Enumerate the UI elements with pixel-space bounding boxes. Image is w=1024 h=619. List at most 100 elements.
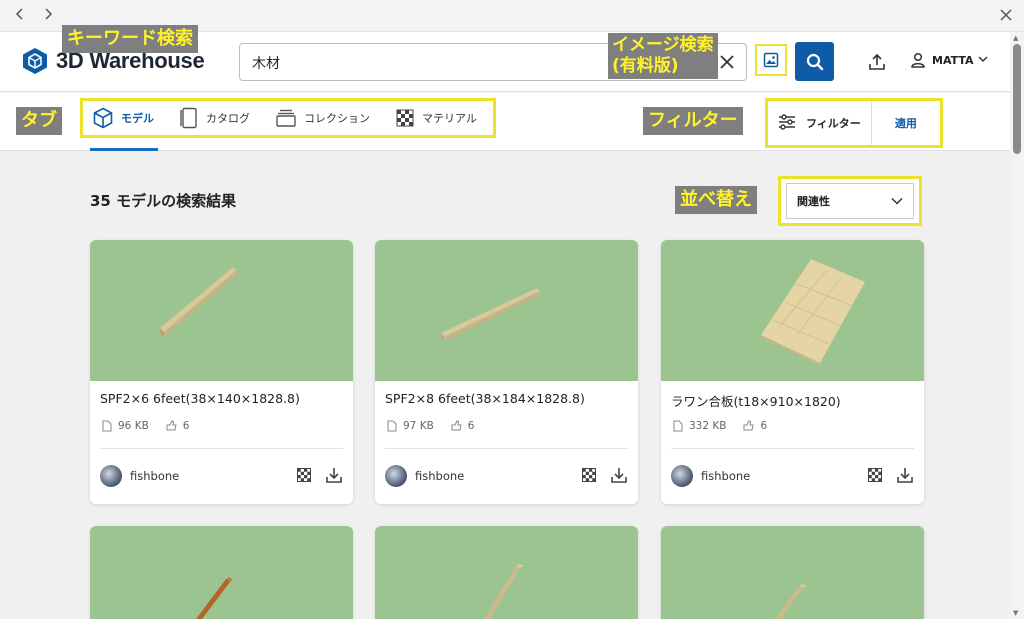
model-thumbnail[interactable] — [661, 240, 924, 381]
model-title[interactable]: SPF2×6 6feet(38×140×1828.8) — [100, 391, 300, 406]
like-icon — [166, 420, 177, 431]
download-icon[interactable] — [610, 466, 628, 484]
author-name: fishbone — [415, 469, 465, 483]
filter-controls: フィルター 適用 — [765, 98, 943, 148]
model-author[interactable]: fishbone — [671, 465, 750, 487]
forward-icon[interactable] — [38, 6, 58, 26]
like-icon — [451, 420, 462, 431]
file-size: 97 KB — [387, 420, 434, 432]
model-meta: 96 KB 6 — [102, 420, 205, 432]
tab-list: モデル カタログ コレクション マテリアル — [80, 98, 496, 138]
user-menu[interactable]: MATTA — [910, 52, 988, 68]
annotation-image-search-line1: イメージ検索 — [612, 35, 714, 55]
logo-icon — [23, 48, 47, 74]
avatar — [671, 465, 693, 487]
collection-icon — [276, 109, 296, 127]
sliders-icon — [778, 113, 796, 133]
file-icon — [102, 420, 112, 432]
tab-collections[interactable]: コレクション — [266, 101, 380, 135]
tab-label: カタログ — [206, 112, 250, 125]
file-icon — [673, 420, 683, 432]
tab-label: マテリアル — [422, 112, 477, 125]
card-actions — [854, 466, 914, 484]
model-thumbnail[interactable] — [90, 526, 353, 619]
file-size-value: 332 KB — [689, 420, 727, 432]
back-icon[interactable] — [10, 6, 30, 26]
user-name: MATTA — [932, 53, 974, 67]
sort-highlight: 関連性 — [778, 176, 922, 226]
like-count: 6 — [165, 420, 190, 432]
model-author[interactable]: fishbone — [100, 465, 179, 487]
tabs-bar: モデル カタログ コレクション マテリアル フィルター 適用 — [0, 93, 1010, 151]
scroll-up-icon[interactable]: ▲ — [1013, 34, 1018, 42]
upload-icon — [869, 53, 885, 70]
download-icon[interactable] — [325, 466, 343, 484]
author-name: fishbone — [130, 469, 180, 483]
like-count: 6 — [742, 420, 767, 432]
file-size: 96 KB — [102, 420, 149, 432]
sort-select[interactable]: 関連性 — [786, 183, 914, 219]
like-count-value: 6 — [760, 420, 768, 432]
avatar — [100, 465, 122, 487]
search-icon — [806, 53, 823, 70]
avatar — [385, 465, 407, 487]
like-count-value: 6 — [182, 420, 190, 432]
annotation-keyword-search: キーワード検索 — [62, 25, 198, 53]
scroll-down-icon[interactable]: ▼ — [1013, 609, 1018, 617]
model-meta: 97 KB 6 — [387, 420, 490, 432]
model-thumbnail[interactable] — [375, 526, 638, 619]
clear-search-icon[interactable] — [716, 51, 738, 73]
material-icon[interactable] — [297, 468, 311, 482]
card-actions — [283, 466, 343, 484]
model-thumbnail[interactable] — [661, 526, 924, 619]
active-tab-indicator — [90, 148, 158, 151]
chevron-down-icon — [891, 195, 903, 208]
scroll-thumb[interactable] — [1013, 44, 1021, 154]
catalog-icon — [180, 107, 198, 129]
annotation-sort: 並べ替え — [675, 186, 757, 214]
model-thumbnail[interactable] — [375, 240, 638, 381]
tab-models[interactable]: モデル — [83, 101, 164, 135]
tab-label: コレクション — [304, 112, 370, 125]
filter-label: フィルター — [806, 117, 861, 130]
image-search-button[interactable] — [755, 44, 787, 76]
window-close-icon[interactable] — [1000, 6, 1012, 26]
author-name: fishbone — [701, 469, 751, 483]
tab-catalogs[interactable]: カタログ — [170, 101, 260, 135]
upload-button[interactable] — [866, 51, 888, 73]
filter-button[interactable]: フィルター — [768, 101, 872, 145]
user-icon — [911, 52, 925, 68]
search-button[interactable] — [795, 42, 834, 81]
annotation-image-search-line2: (有料版) — [612, 56, 679, 76]
model-card[interactable] — [375, 526, 638, 619]
model-card[interactable]: SPF2×6 6feet(38×140×1828.8) 96 KB 6 fish… — [90, 240, 353, 504]
annotation-filter: フィルター — [643, 107, 743, 135]
scrollbar[interactable]: ▲ ▼ — [1010, 32, 1024, 619]
cube-icon — [93, 107, 113, 129]
like-count: 6 — [450, 420, 474, 432]
model-thumbnail[interactable] — [90, 240, 353, 381]
like-icon — [743, 420, 755, 431]
results-count: 35 モデルの検索結果 — [90, 192, 237, 210]
card-actions — [568, 466, 628, 484]
material-icon[interactable] — [582, 468, 596, 482]
model-meta: 332 KB 6 — [673, 420, 783, 432]
model-card[interactable]: ラワン合板(t18×910×1820) 332 KB 6 fishbone — [661, 240, 924, 504]
file-size-value: 96 KB — [118, 420, 149, 432]
material-icon[interactable] — [868, 468, 882, 482]
model-card[interactable] — [661, 526, 924, 619]
file-icon — [387, 420, 397, 432]
file-size-value: 97 KB — [403, 420, 434, 432]
tab-label: モデル — [121, 112, 154, 125]
model-card[interactable] — [90, 526, 353, 619]
model-card[interactable]: SPF2×8 6feet(38×184×1828.8) 97 KB 6 fish… — [375, 240, 638, 504]
apply-button[interactable]: 適用 — [872, 115, 940, 131]
model-title[interactable]: SPF2×8 6feet(38×184×1828.8) — [385, 391, 585, 406]
card-divider — [100, 448, 343, 449]
tab-materials[interactable]: マテリアル — [386, 101, 487, 135]
chevron-down-icon — [978, 55, 988, 66]
download-icon[interactable] — [896, 466, 914, 484]
annotation-image-search: イメージ検索 (有料版) — [608, 33, 718, 79]
model-title[interactable]: ラワン合板(t18×910×1820) — [671, 391, 841, 410]
model-author[interactable]: fishbone — [385, 465, 464, 487]
